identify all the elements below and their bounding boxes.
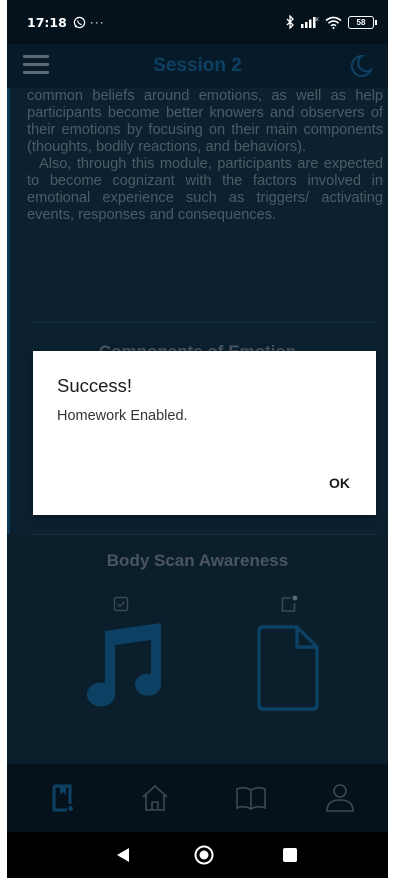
book-icon[interactable] — [233, 780, 269, 816]
svg-text:4G: 4G — [315, 17, 320, 22]
checkbox-icon[interactable] — [113, 596, 129, 612]
battery-level: 58 — [356, 17, 366, 27]
system-nav-bar — [7, 832, 388, 878]
bottom-nav — [7, 764, 388, 832]
section-title-body-scan: Body Scan Awareness — [106, 551, 289, 570]
description-paragraph-1: common beliefs around emotions, as well … — [27, 88, 383, 155]
section-divider — [31, 322, 377, 323]
wifi-icon — [325, 16, 342, 29]
notification-icons: ··· — [73, 15, 105, 29]
status-bar: 17:18 ··· 4G 58 — [7, 0, 388, 44]
more-dots-icon: ··· — [89, 15, 105, 29]
home-icon[interactable] — [137, 780, 173, 816]
success-dialog: Success! Homework Enabled. OK — [33, 351, 376, 515]
document-icon[interactable] — [257, 625, 319, 711]
module-description: common beliefs around emotions, as well … — [27, 88, 383, 224]
music-note-icon[interactable] — [77, 623, 163, 709]
back-icon[interactable] — [116, 847, 130, 863]
dialog-title: Success! — [57, 375, 133, 396]
ok-button[interactable]: OK — [329, 475, 350, 491]
recents-icon[interactable] — [283, 848, 297, 862]
add-file-icon[interactable] — [279, 594, 299, 614]
phone-screen: 17:18 ··· 4G 58 Session 2 common beliefs… — [7, 0, 388, 878]
dialog-message: Homework Enabled. — [57, 408, 188, 424]
app-bar: Session 2 — [7, 44, 388, 88]
profile-icon[interactable] — [322, 780, 358, 816]
homework-icon[interactable] — [45, 780, 81, 816]
home-circle-icon[interactable] — [194, 845, 214, 865]
moon-icon[interactable] — [346, 52, 374, 80]
battery-indicator: 58 — [348, 15, 377, 29]
status-time: 17:18 — [27, 14, 67, 30]
whatsapp-icon — [73, 16, 86, 28]
page-title: Session 2 — [153, 55, 242, 76]
section-divider — [31, 534, 377, 535]
description-paragraph-2: Also, through this module, participants … — [27, 156, 383, 223]
system-status-icons: 4G 58 — [286, 15, 377, 29]
signal-icon: 4G — [301, 17, 320, 28]
bluetooth-icon — [286, 15, 294, 29]
